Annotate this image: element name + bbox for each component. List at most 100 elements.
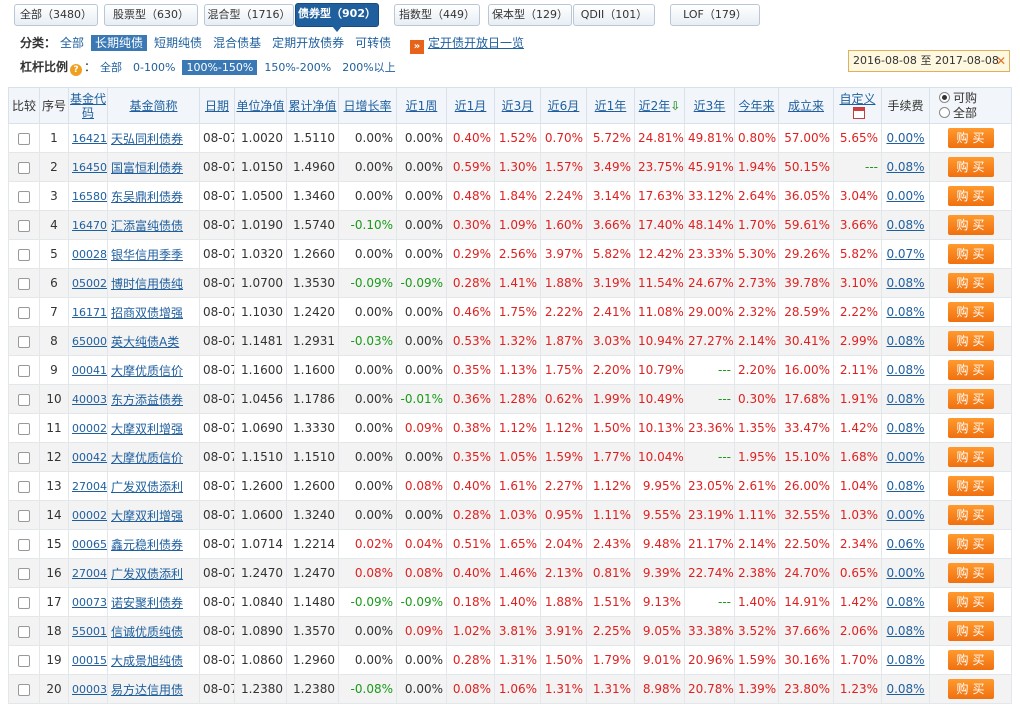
fund-name-link[interactable]: 东吴鼎利债券	[111, 190, 183, 204]
fee-link[interactable]: 0.06%	[886, 537, 924, 551]
tab-type-0[interactable]: 全部（3480）	[14, 4, 98, 26]
fee-link[interactable]: 0.00%	[886, 450, 924, 464]
col-name[interactable]: 基金简称	[107, 87, 200, 124]
fee-link[interactable]: 0.08%	[886, 479, 924, 493]
col-daily[interactable]: 日增长率	[338, 87, 397, 124]
fund-code-link[interactable]: 650001	[72, 335, 107, 348]
fund-name-link[interactable]: 广发双债添利	[111, 480, 183, 494]
open-date-link[interactable]: 定开债开放日一览	[428, 36, 524, 50]
compare-checkbox[interactable]	[18, 654, 30, 667]
fee-link[interactable]: 0.00%	[886, 189, 924, 203]
radio-buyable[interactable]: 可购	[939, 91, 1010, 106]
fund-name-link[interactable]: 大摩优质信价	[111, 451, 183, 465]
fee-link[interactable]: 0.00%	[886, 508, 924, 522]
fund-code-link[interactable]: 550018	[72, 625, 107, 638]
compare-cell[interactable]	[8, 152, 40, 182]
leverage-item-0[interactable]: 全部	[96, 60, 126, 75]
fund-code-link[interactable]: 400030	[72, 393, 107, 406]
compare-cell[interactable]	[8, 558, 40, 588]
compare-checkbox[interactable]	[18, 248, 30, 261]
compare-cell[interactable]	[8, 645, 40, 675]
fund-name-link[interactable]: 大摩优质信价	[111, 364, 183, 378]
compare-cell[interactable]	[8, 413, 40, 443]
buy-button[interactable]: 购买	[947, 389, 994, 409]
fund-code-link[interactable]: 000655	[72, 538, 107, 551]
compare-cell[interactable]	[8, 123, 40, 153]
fund-code-link[interactable]: 000025	[72, 509, 107, 522]
compare-cell[interactable]	[8, 384, 40, 414]
compare-checkbox[interactable]	[18, 480, 30, 493]
compare-checkbox[interactable]	[18, 393, 30, 406]
tab-type-2[interactable]: 混合型（1716）	[204, 4, 294, 26]
fund-name-link[interactable]: 东方添益债券	[111, 393, 183, 407]
fund-name-link[interactable]: 银华信用季季	[111, 248, 183, 262]
fund-code-link[interactable]: 165807	[72, 190, 107, 203]
compare-checkbox[interactable]	[18, 567, 30, 580]
category-item-0[interactable]: 全部	[56, 35, 88, 51]
compare-checkbox[interactable]	[18, 364, 30, 377]
fund-name-link[interactable]: 博时信用债纯	[111, 277, 183, 291]
compare-cell[interactable]	[8, 210, 40, 240]
fund-name-link[interactable]: 信诚优质纯债	[111, 625, 183, 639]
col-y2[interactable]: 近2年⇩	[634, 87, 685, 124]
compare-cell[interactable]	[8, 442, 40, 472]
fee-link[interactable]: 0.08%	[886, 218, 924, 232]
fund-code-link[interactable]: 164210	[72, 132, 107, 145]
col-since[interactable]: 成立来	[778, 87, 834, 124]
compare-checkbox[interactable]	[18, 538, 30, 551]
compare-checkbox[interactable]	[18, 219, 30, 232]
fee-link[interactable]: 0.00%	[886, 131, 924, 145]
category-item-2[interactable]: 短期纯债	[150, 35, 206, 51]
fund-code-link[interactable]: 000736	[72, 596, 107, 609]
col-w1[interactable]: 近1周	[396, 87, 447, 124]
compare-cell[interactable]	[8, 326, 40, 356]
buy-button[interactable]: 购买	[947, 418, 994, 438]
fee-link[interactable]: 0.08%	[886, 653, 924, 667]
tab-type-3[interactable]: 债券型（902）	[295, 3, 379, 32]
buy-button[interactable]: 购买	[947, 679, 994, 699]
leverage-item-3[interactable]: 150%-200%	[260, 60, 335, 75]
fee-link[interactable]: 0.08%	[886, 305, 924, 319]
fund-code-link[interactable]: 000024	[72, 422, 107, 435]
tab-type-4[interactable]: 指数型（449）	[394, 4, 480, 26]
compare-checkbox[interactable]	[18, 132, 30, 145]
buy-button[interactable]: 购买	[947, 592, 994, 612]
compare-cell[interactable]	[8, 616, 40, 646]
fund-name-link[interactable]: 国富恒利债券	[111, 161, 183, 175]
compare-cell[interactable]	[8, 500, 40, 530]
date-range[interactable]: 2016-08-08 至 2017-08-08 ✕	[848, 50, 1010, 72]
fund-code-link[interactable]: 000032	[72, 683, 107, 696]
compare-checkbox[interactable]	[18, 161, 30, 174]
fee-link[interactable]: 0.08%	[886, 682, 924, 696]
tab-type-1[interactable]: 股票型（630）	[104, 4, 198, 26]
fund-name-link[interactable]: 汇添富纯债债	[111, 219, 183, 233]
fund-code-link[interactable]: 270045	[72, 567, 107, 580]
leverage-item-2[interactable]: 100%-150%	[182, 60, 258, 75]
buy-button[interactable]: 购买	[947, 505, 994, 525]
compare-checkbox[interactable]	[18, 596, 30, 609]
fund-name-link[interactable]: 英大纯债A类	[111, 335, 179, 349]
compare-cell[interactable]	[8, 471, 40, 501]
buy-button[interactable]: 购买	[947, 534, 994, 554]
fund-name-link[interactable]: 大摩双利增强	[111, 509, 183, 523]
compare-checkbox[interactable]	[18, 277, 30, 290]
compare-checkbox[interactable]	[18, 335, 30, 348]
radio-all[interactable]: 全部	[939, 106, 1010, 121]
col-custom[interactable]: 自定义	[833, 87, 882, 124]
category-item-1[interactable]: 长期纯债	[91, 35, 148, 51]
fund-code-link[interactable]: 164703	[72, 219, 107, 232]
fee-link[interactable]: 0.08%	[886, 392, 924, 406]
buy-button[interactable]: 购买	[947, 447, 994, 467]
compare-cell[interactable]	[8, 587, 40, 617]
col-y3[interactable]: 近3年	[684, 87, 735, 124]
compare-cell[interactable]	[8, 529, 40, 559]
fund-code-link[interactable]: 000152	[72, 654, 107, 667]
category-item-5[interactable]: 可转债	[351, 35, 395, 51]
compare-checkbox[interactable]	[18, 422, 30, 435]
fund-name-link[interactable]: 易方达信用债	[111, 683, 183, 697]
tab-type-6[interactable]: QDII（101）	[573, 4, 655, 26]
col-code[interactable]: 基金代码	[68, 87, 108, 124]
col-y1[interactable]: 近1年	[586, 87, 635, 124]
buy-button[interactable]: 购买	[947, 650, 994, 670]
fund-code-link[interactable]: 270044	[72, 480, 107, 493]
